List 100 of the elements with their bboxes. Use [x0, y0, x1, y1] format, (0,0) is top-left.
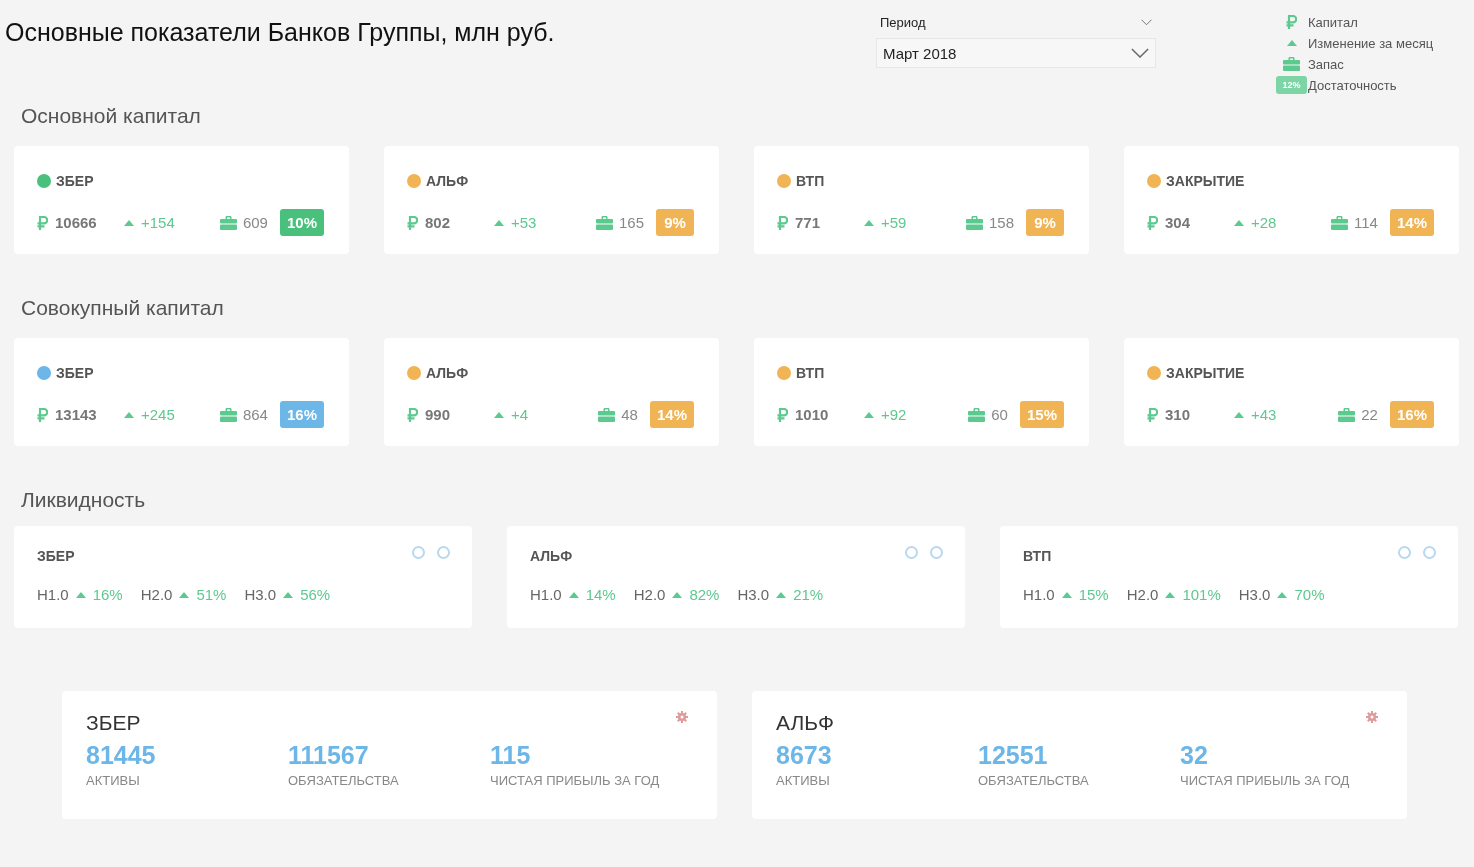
triangle-up-icon: [1234, 411, 1244, 418]
metric-value: 21%: [793, 586, 824, 603]
adequacy-badge: 10%: [279, 209, 324, 236]
briefcase-icon: [1331, 215, 1349, 230]
pager-dot[interactable]: [1423, 546, 1436, 559]
triangle-up-icon: [1286, 40, 1297, 46]
triangle-up-icon: [494, 411, 504, 418]
briefcase-icon: [595, 215, 613, 230]
metric-value: 70%: [1294, 586, 1325, 603]
metric-label: Н3.0: [1238, 586, 1271, 603]
capital-value: 771: [795, 214, 821, 231]
change-value: +4: [511, 406, 529, 423]
ruble-icon: [1147, 407, 1158, 422]
ruble-icon: [777, 407, 788, 422]
metric-label: Н3.0: [244, 586, 277, 603]
metric-value: 14%: [585, 586, 616, 603]
briefcase-icon: [219, 407, 237, 422]
triangle-up-icon: [1277, 591, 1288, 598]
triangle-up-icon: [75, 591, 86, 598]
settings-icon[interactable]: [1366, 711, 1378, 723]
reserve-value: 60: [991, 406, 1008, 423]
stat-label: АКТИВЫ: [776, 773, 831, 788]
capital-value: 310: [1165, 406, 1191, 423]
triangle-up-icon: [864, 411, 874, 418]
metric-label: Н1.0: [530, 586, 562, 603]
bank-name: АЛЬФ: [426, 365, 469, 381]
triangle-up-icon: [1165, 591, 1176, 598]
change-value: +53: [511, 214, 537, 231]
settings-icon[interactable]: [676, 711, 688, 723]
briefcase-icon: [219, 215, 237, 230]
triangle-up-icon: [1234, 219, 1244, 226]
section-title: Основной капитал: [21, 104, 202, 128]
bank-name: ВТП: [1023, 548, 1052, 564]
period-dropdown[interactable]: Март 2018: [876, 38, 1156, 68]
bank-name: ЗБЕР: [86, 711, 141, 735]
metric-value: 51%: [196, 586, 227, 603]
stat-value: 111567: [288, 741, 370, 770]
pager-dot[interactable]: [437, 546, 450, 559]
briefcase-icon: [968, 407, 986, 422]
pager-dot[interactable]: [930, 546, 943, 559]
metric-label: Н2.0: [1126, 586, 1159, 603]
triangle-up-icon: [776, 591, 787, 598]
ruble-icon: [37, 407, 48, 422]
triangle-up-icon: [568, 591, 579, 598]
bank-name: ЗАКРЫТИЕ: [1166, 173, 1245, 189]
metric-value: 15%: [1078, 586, 1109, 603]
chevron-down-icon: [1131, 48, 1149, 58]
metric-label: Н1.0: [37, 586, 69, 603]
stat-label: ЧИСТАЯ ПРИБЫЛЬ ЗА ГОД: [490, 773, 661, 788]
triangle-up-icon: [864, 219, 874, 226]
bank-name: ВТП: [796, 173, 825, 189]
adequacy-badge: 16%: [1389, 401, 1434, 428]
triangle-up-icon: [124, 219, 134, 226]
pager-dot[interactable]: [1398, 546, 1411, 559]
reserve-value: 609: [242, 214, 268, 231]
stat-label: АКТИВЫ: [86, 773, 141, 788]
capital-value: 304: [1165, 214, 1191, 231]
change-value: +245: [141, 406, 175, 423]
bank-name: АЛЬФ: [530, 548, 573, 564]
adequacy-badge: 16%: [279, 401, 324, 428]
bank-name: ЗБЕР: [56, 365, 94, 381]
capital-value: 802: [425, 214, 451, 231]
ruble-icon: [1286, 15, 1297, 29]
section-title: Совокупный капитал: [21, 296, 225, 320]
stat-label: ЧИСТАЯ ПРИБЫЛЬ ЗА ГОД: [1180, 773, 1351, 788]
adequacy-badge: 14%: [1389, 209, 1434, 236]
stat-value: 81445: [86, 741, 157, 770]
adequacy-badge: 9%: [656, 209, 694, 236]
metric-label: Н1.0: [1023, 586, 1055, 603]
pager-dot[interactable]: [905, 546, 918, 559]
period-label: Период: [880, 15, 926, 30]
ruble-icon: [407, 407, 418, 422]
briefcase-icon: [965, 215, 983, 230]
capital-value: 990: [425, 406, 451, 423]
adequacy-badge: 12%: [1276, 76, 1307, 94]
capital-value: 13143: [55, 406, 97, 423]
stat-label: ОБЯЗАТЕЛЬСТВА: [288, 773, 400, 788]
ruble-icon: [1147, 215, 1158, 230]
triangle-up-icon: [283, 591, 294, 598]
stat-value: 115: [490, 741, 532, 770]
pager-dot[interactable]: [412, 546, 425, 559]
bank-name: АЛЬФ: [426, 173, 469, 189]
adequacy-badge: 9%: [1026, 209, 1064, 236]
metric-value: 82%: [689, 586, 720, 603]
legend-label: Изменение за месяц: [1308, 35, 1434, 51]
bank-name: АЛЬФ: [776, 711, 834, 735]
metric-value: 101%: [1182, 586, 1221, 603]
triangle-up-icon: [494, 219, 504, 226]
capital-value: 10666: [55, 214, 97, 231]
collapse-chevron-icon: [1141, 19, 1152, 26]
reserve-value: 864: [242, 406, 268, 423]
adequacy-badge: 15%: [1019, 401, 1064, 428]
change-value: +28: [1251, 214, 1277, 231]
stat-label: ОБЯЗАТЕЛЬСТВА: [978, 773, 1090, 788]
ruble-icon: [37, 215, 48, 230]
ruble-icon: [407, 215, 418, 230]
triangle-up-icon: [179, 591, 190, 598]
bank-name: ВТП: [796, 365, 825, 381]
briefcase-icon: [1283, 57, 1300, 71]
ruble-icon: [777, 215, 788, 230]
